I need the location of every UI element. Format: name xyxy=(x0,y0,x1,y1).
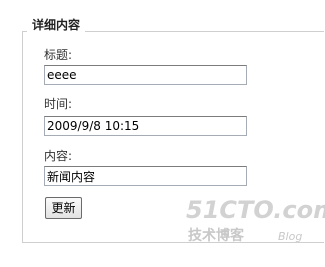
watermark-logo: 51CTO.com xyxy=(186,196,325,224)
time-label: 时间: xyxy=(44,97,73,111)
content-input[interactable] xyxy=(44,166,247,186)
update-button[interactable]: 更新 xyxy=(45,197,82,219)
content-label: 内容: xyxy=(44,149,73,163)
site-watermark: 51CTO.com 技术博客 Blog xyxy=(186,196,325,247)
title-label: 标题: xyxy=(44,48,73,62)
title-input[interactable] xyxy=(44,65,247,85)
watermark-subtitle: 技术博客 xyxy=(188,228,244,244)
fieldset-legend: 详细内容 xyxy=(27,17,86,33)
time-input[interactable] xyxy=(44,116,247,136)
watermark-blog: Blog xyxy=(278,230,303,243)
